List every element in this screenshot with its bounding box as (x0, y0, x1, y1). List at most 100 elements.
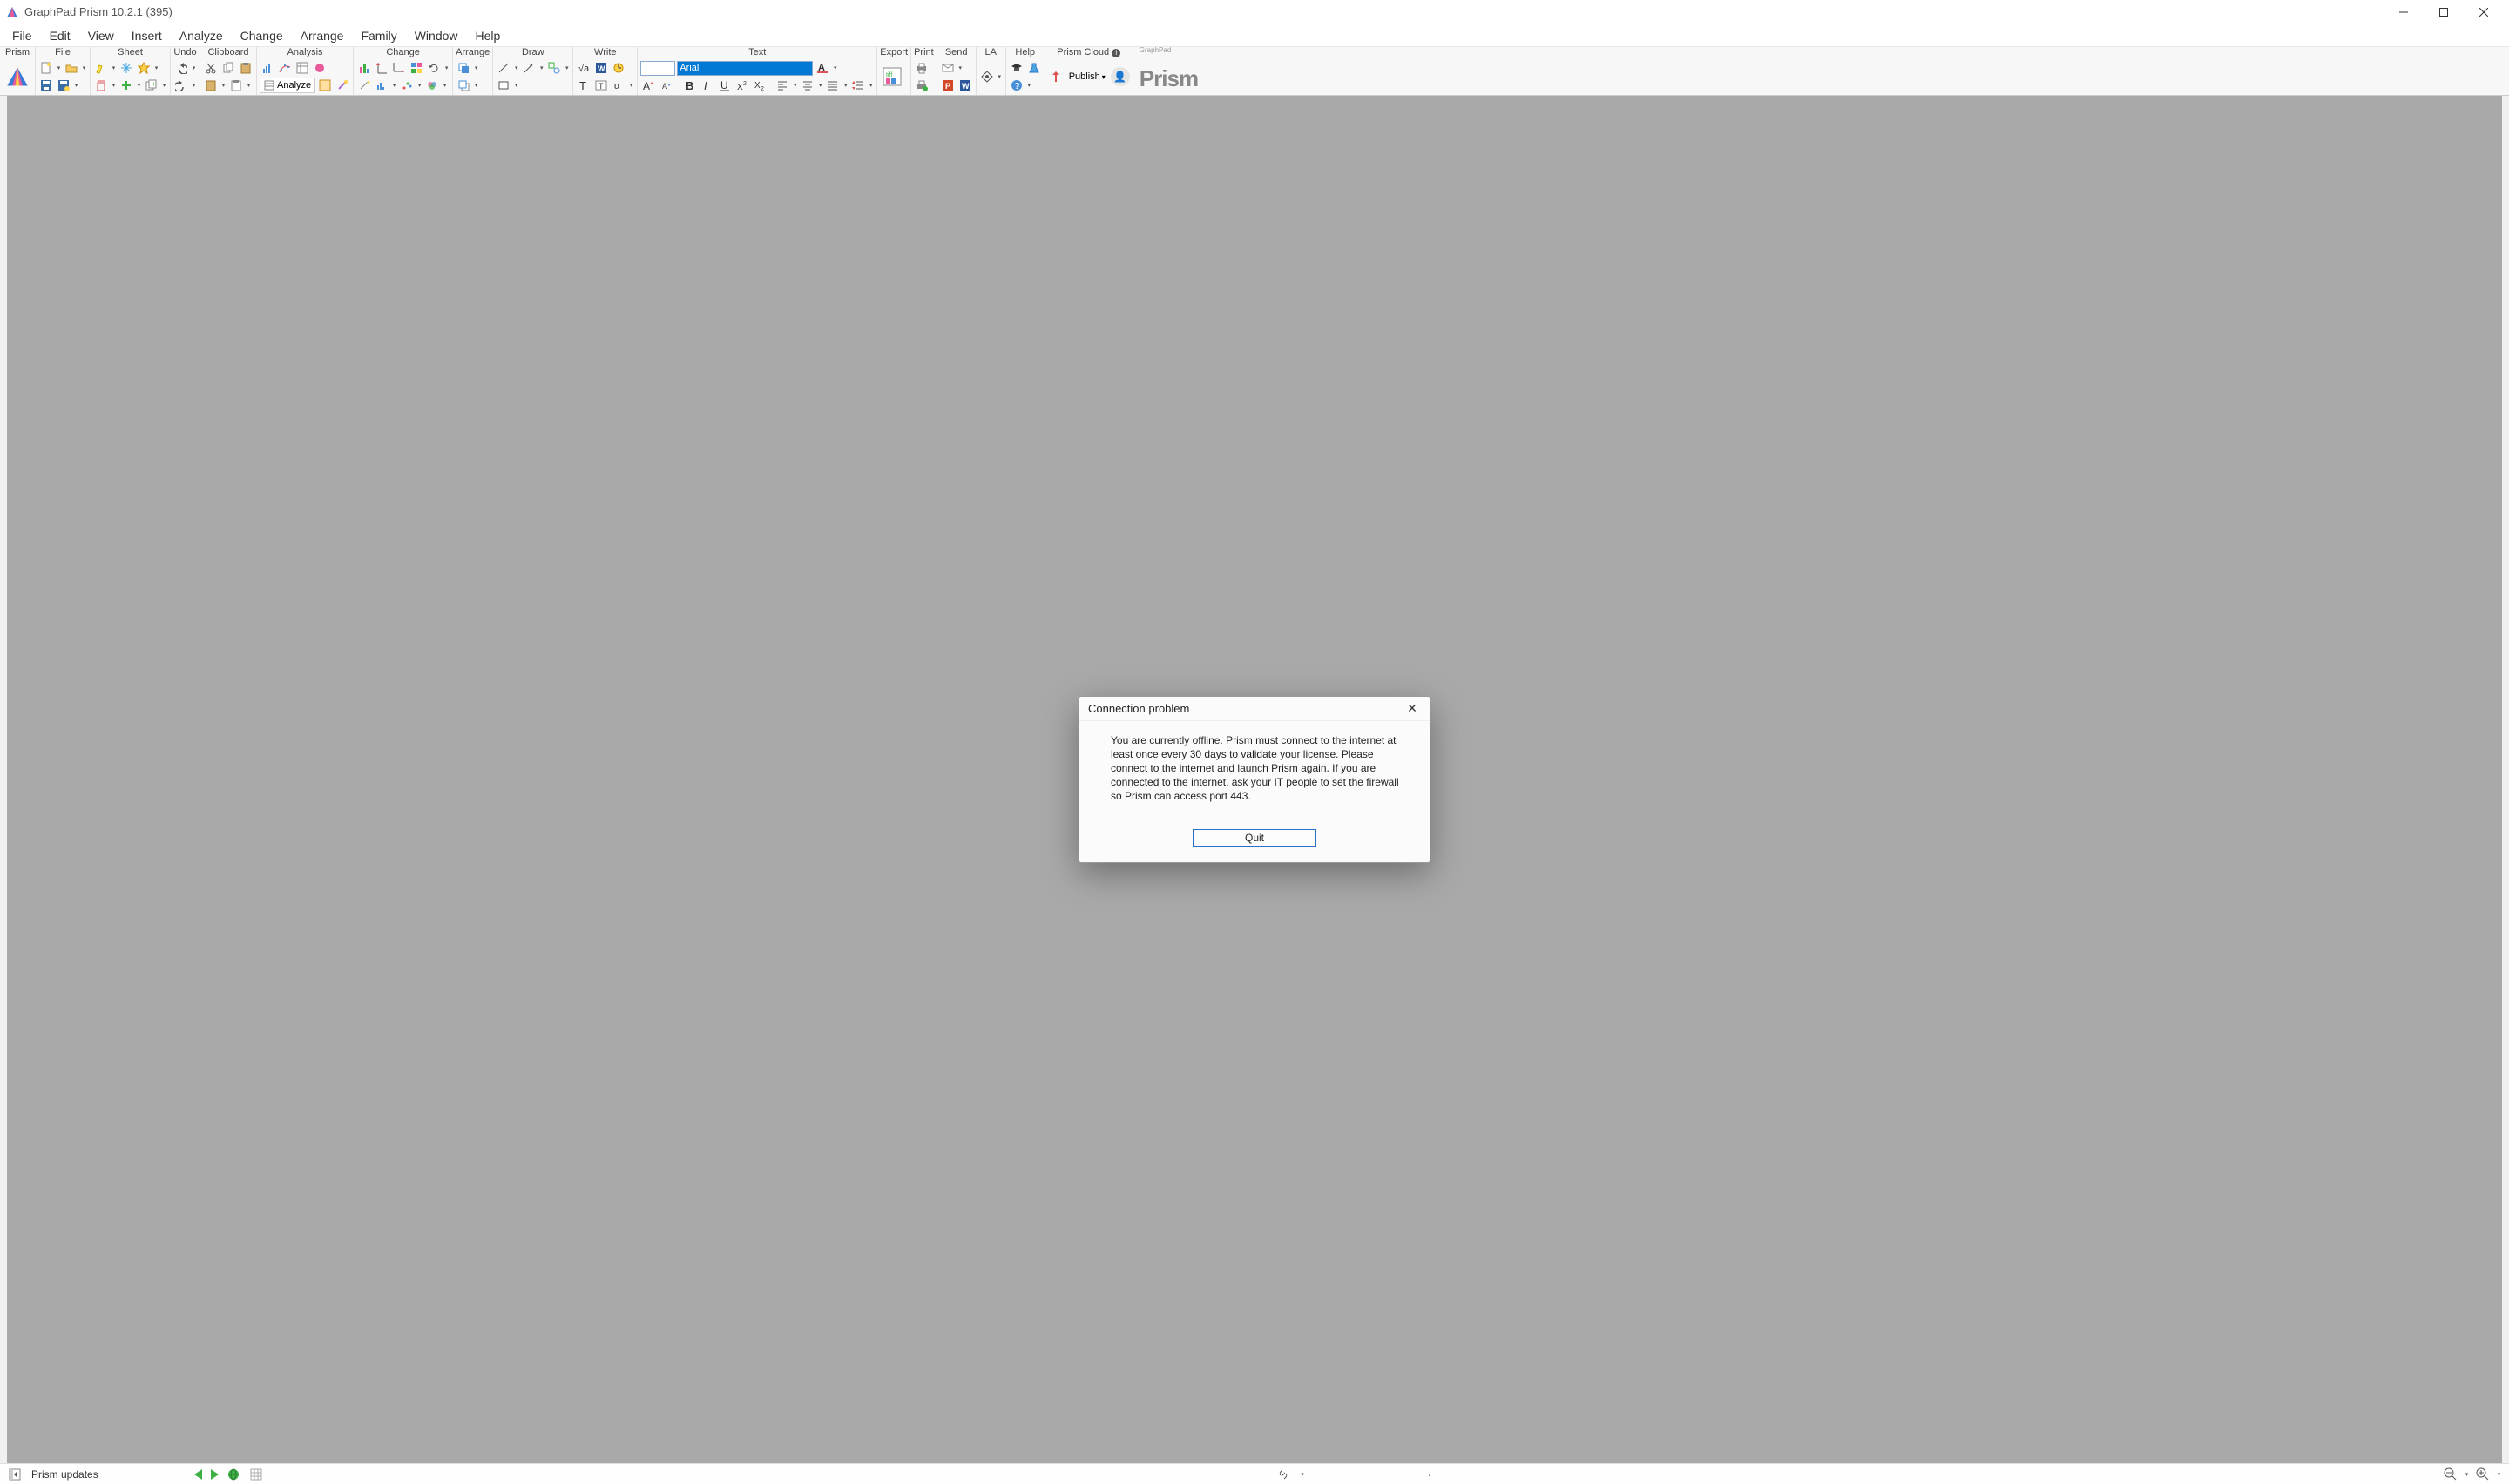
grid-view-icon[interactable] (248, 1467, 264, 1482)
rotate-dropdown[interactable]: ▾ (443, 60, 450, 76)
help-dropdown[interactable]: ▾ (1026, 78, 1032, 93)
prism-logo-icon[interactable] (3, 62, 32, 91)
change-series-dropdown[interactable]: ▾ (416, 78, 423, 93)
word-icon[interactable]: W (593, 60, 609, 76)
open-file-icon[interactable] (64, 60, 79, 76)
menu-edit[interactable]: Edit (41, 27, 79, 44)
zoom-out-dropdown[interactable]: ▾ (2464, 1467, 2470, 1482)
redo-dropdown[interactable]: ▾ (191, 78, 197, 93)
increase-font-icon[interactable]: A (640, 78, 656, 93)
duplicate-dropdown[interactable]: ▾ (161, 78, 167, 93)
upload-icon[interactable] (1048, 69, 1064, 84)
email-icon[interactable] (940, 60, 956, 76)
new-file-icon[interactable] (38, 60, 54, 76)
font-size-input[interactable] (640, 61, 675, 76)
nav-next-icon[interactable] (211, 1469, 219, 1480)
back-dropdown[interactable]: ▾ (473, 78, 479, 93)
menu-window[interactable]: Window (406, 27, 467, 44)
table-icon[interactable] (317, 78, 333, 93)
add-dropdown[interactable]: ▾ (136, 78, 142, 93)
line-tool-icon[interactable] (496, 60, 511, 76)
menu-file[interactable]: File (3, 27, 41, 44)
front-dropdown[interactable]: ▾ (473, 60, 479, 76)
front-icon[interactable] (456, 60, 471, 76)
justify-icon[interactable] (825, 78, 841, 93)
color-scheme-dropdown[interactable]: ▾ (442, 78, 448, 93)
arrow-tool-icon[interactable] (521, 60, 537, 76)
open-file-dropdown[interactable]: ▾ (81, 60, 87, 76)
change-series-icon[interactable] (399, 78, 415, 93)
line-spacing-icon[interactable] (850, 78, 866, 93)
shapes-tool-icon[interactable] (546, 60, 562, 76)
menu-change[interactable]: Change (232, 27, 292, 44)
nav-prev-icon[interactable] (194, 1469, 202, 1480)
wand-icon[interactable] (335, 78, 350, 93)
close-button[interactable] (2464, 0, 2504, 24)
menu-view[interactable]: View (79, 27, 123, 44)
chart-type-icon[interactable] (409, 60, 424, 76)
justify-dropdown[interactable]: ▾ (842, 78, 849, 93)
link-dropdown[interactable]: ▾ (1300, 1467, 1306, 1482)
save-as-icon[interactable] (56, 78, 71, 93)
menu-insert[interactable]: Insert (123, 27, 171, 44)
powerpoint-icon[interactable]: P (940, 78, 956, 93)
link-icon[interactable] (1275, 1467, 1291, 1482)
zoom-in-icon[interactable] (2475, 1467, 2491, 1482)
magic-icon[interactable]: ✦ (356, 78, 372, 93)
tutorial-icon[interactable] (1009, 60, 1025, 76)
cut-icon[interactable] (203, 60, 219, 76)
zoom-in-dropdown[interactable]: ▾ (2496, 1467, 2502, 1482)
status-updates[interactable]: Prism updates (31, 1468, 98, 1481)
paste-special-icon[interactable] (228, 78, 244, 93)
minimize-button[interactable] (2384, 0, 2424, 24)
line-dropdown[interactable]: ▾ (513, 60, 519, 76)
email-dropdown[interactable]: ▾ (957, 60, 964, 76)
align-center-dropdown[interactable]: ▾ (817, 78, 823, 93)
text-tool-icon[interactable]: T (576, 78, 592, 93)
clock-icon[interactable] (611, 60, 626, 76)
help-icon[interactable]: ? (1009, 78, 1025, 93)
rect-dropdown[interactable]: ▾ (513, 78, 519, 93)
align-left-icon[interactable] (774, 78, 790, 93)
add-icon[interactable] (118, 78, 134, 93)
new-file-dropdown[interactable]: ▾ (56, 60, 62, 76)
color-scheme-icon[interactable] (424, 78, 440, 93)
zoom-out-icon[interactable] (2443, 1467, 2458, 1482)
la-icon[interactable] (979, 69, 995, 84)
print-all-icon[interactable] (914, 78, 930, 93)
menu-family[interactable]: Family (352, 27, 405, 44)
change-graph-dropdown[interactable]: ▾ (391, 78, 397, 93)
align-left-dropdown[interactable]: ▾ (792, 78, 798, 93)
print-icon[interactable] (914, 60, 930, 76)
menu-analyze[interactable]: Analyze (171, 27, 232, 44)
panel-toggle-icon[interactable] (7, 1467, 23, 1482)
user-avatar-icon[interactable]: 👤 (1111, 67, 1130, 86)
superscript-icon[interactable]: X2 (734, 78, 750, 93)
undo-dropdown[interactable]: ▾ (191, 60, 197, 76)
dialog-close-button[interactable]: ✕ (1403, 701, 1421, 716)
change-graph-icon[interactable] (374, 78, 389, 93)
export-tiff-icon[interactable]: tiff (880, 64, 904, 89)
clipboard-icon[interactable] (203, 78, 219, 93)
delete-icon[interactable] (93, 78, 109, 93)
change-bars-icon[interactable] (356, 60, 372, 76)
analyze-button[interactable]: Analyze (260, 78, 315, 93)
font-color-icon[interactable]: A (815, 60, 830, 76)
alpha-icon[interactable]: α (611, 78, 626, 93)
delete-dropdown[interactable]: ▾ (111, 78, 117, 93)
bold-icon[interactable]: B (682, 78, 698, 93)
clipboard-dropdown[interactable]: ▾ (220, 78, 227, 93)
font-name-input[interactable] (677, 61, 813, 76)
underline-icon[interactable]: U (717, 78, 733, 93)
analysis-curve-icon[interactable] (277, 60, 293, 76)
equation-icon[interactable]: √a (576, 60, 592, 76)
analysis-chart-icon[interactable] (260, 60, 275, 76)
rect-tool-icon[interactable] (496, 78, 511, 93)
favorite-dropdown[interactable]: ▾ (153, 60, 159, 76)
menu-arrange[interactable]: Arrange (292, 27, 353, 44)
highlight-dropdown[interactable]: ▾ (111, 60, 117, 76)
paste-special-dropdown[interactable]: ▾ (246, 78, 252, 93)
axis-x-icon[interactable] (391, 60, 407, 76)
shapes-dropdown[interactable]: ▾ (564, 60, 570, 76)
back-icon[interactable] (456, 78, 471, 93)
